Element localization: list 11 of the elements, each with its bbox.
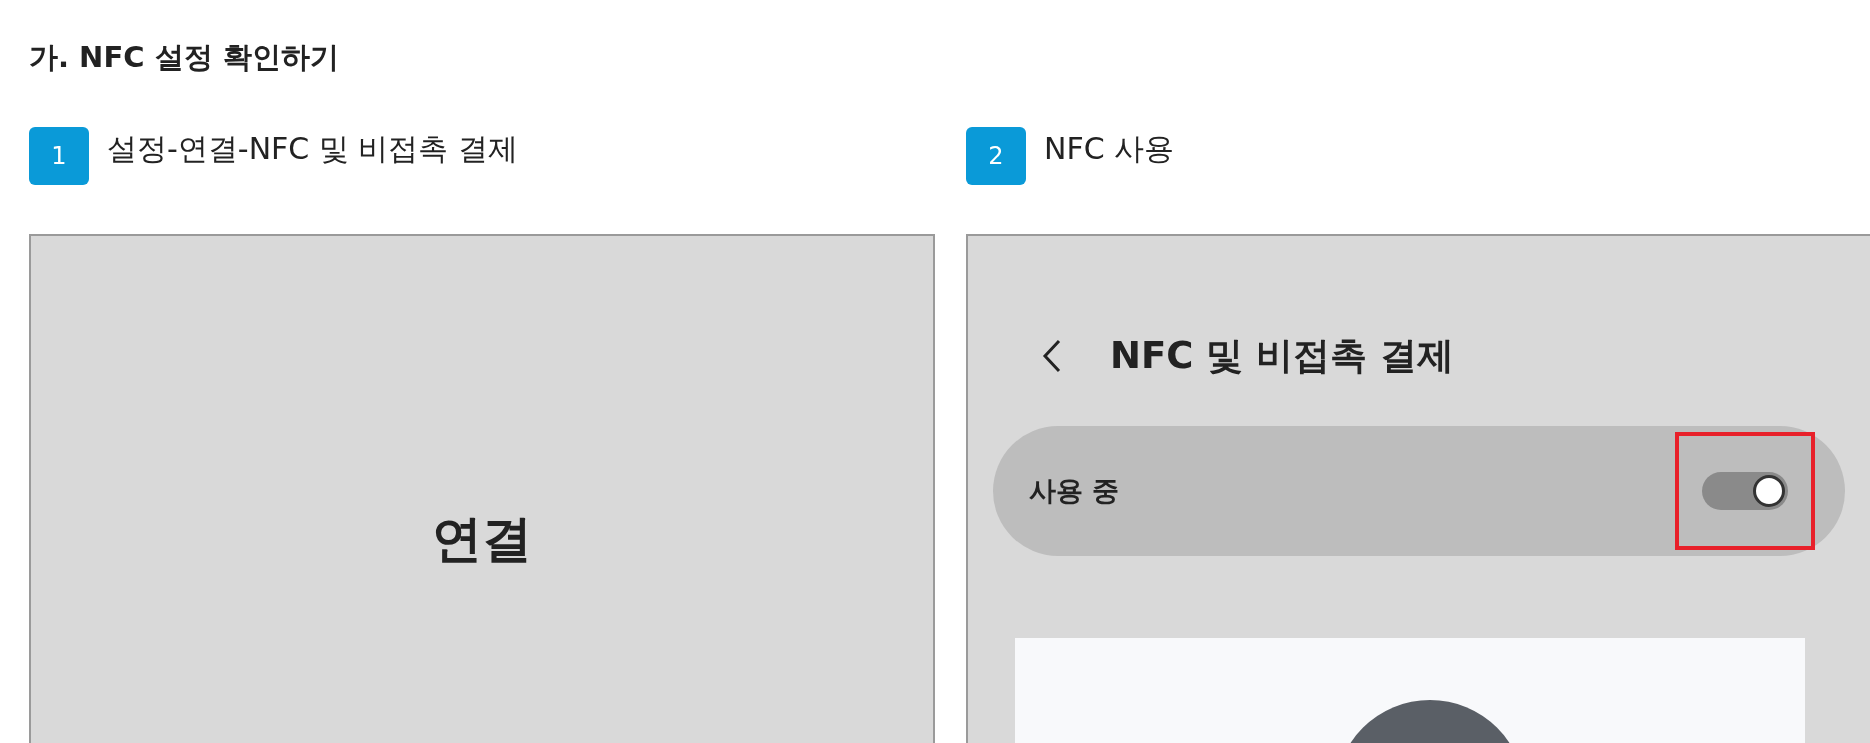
toggle-row[interactable]: 사용 중: [993, 426, 1845, 556]
section-heading: 가. NFC 설정 확인하기: [29, 39, 340, 76]
toggle-switch[interactable]: [1702, 472, 1788, 510]
step-label: NFC 사용: [1044, 129, 1175, 168]
step-number: 2: [966, 127, 1026, 185]
back-icon[interactable]: [1042, 339, 1062, 373]
step-label: 설정-연결-NFC 및 비접촉 결제: [107, 129, 518, 168]
toggle-label: 사용 중: [1029, 474, 1120, 508]
screen-title: NFC 및 비접촉 결제: [1110, 333, 1455, 379]
step-number: 1: [29, 127, 89, 185]
menu-title: 연결: [431, 509, 533, 570]
